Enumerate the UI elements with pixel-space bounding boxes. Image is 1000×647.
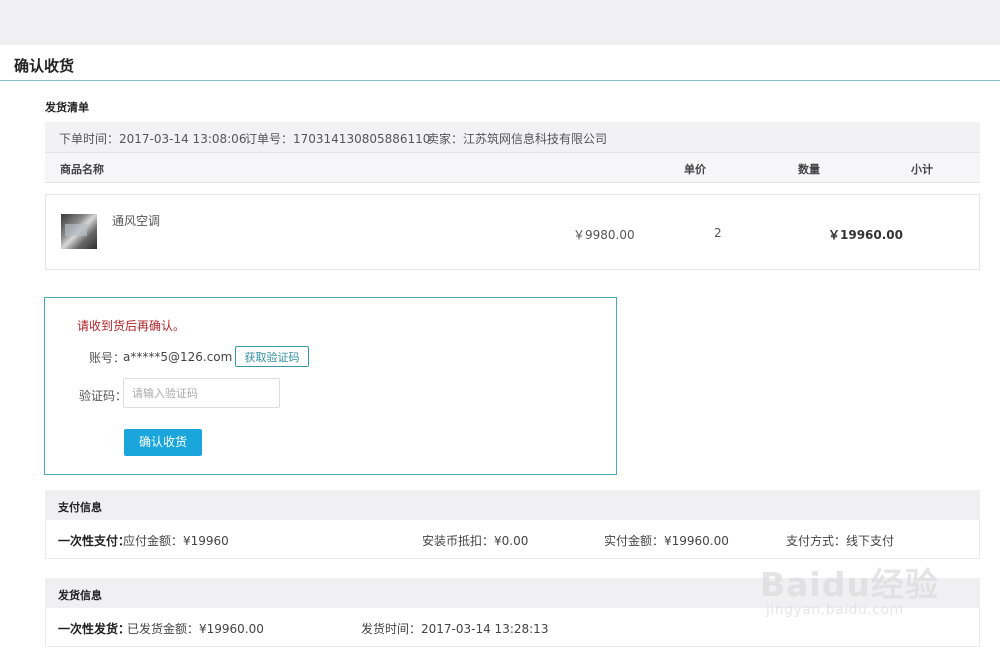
column-header-quantity: 数量 (798, 163, 820, 176)
column-header-subtotal: 小计 (911, 163, 933, 176)
product-subtotal: ￥19960.00 (828, 228, 904, 242)
product-price: ￥9980.00 (573, 228, 635, 242)
payable-amount: 应付金额：¥19960 (123, 534, 229, 548)
watermark-url: jingyan.baidu.com (766, 602, 904, 618)
payment-info-row: 一次性支付： 应付金额：¥19960 安装币抵扣：¥0.00 实付金额：¥199… (45, 520, 980, 559)
get-verification-code-button[interactable]: 获取验证码 (235, 346, 309, 367)
confirm-receipt-panel: 请收到货后再确认。 账号： a*****5@126.com 获取验证码 验证码：… (44, 297, 617, 475)
product-row: 通风空调 ￥9980.00 2 ￥19960.00 (45, 194, 980, 270)
payment-info-title: 支付信息 (58, 501, 102, 514)
product-quantity: 2 (714, 226, 722, 240)
column-header-unit-price: 单价 (684, 163, 706, 176)
delivery-info-title: 发货信息 (58, 589, 102, 602)
shipped-amount: 已发货金额：¥19960.00 (127, 622, 264, 636)
delivery-type: 一次性发货： (58, 622, 131, 636)
coin-deduction: 安装币抵扣：¥0.00 (422, 534, 529, 548)
product-thumbnail[interactable] (61, 214, 97, 249)
baidu-jingyan-watermark: Baidu经验 jingyan.baidu.com (760, 558, 990, 628)
page-header: 确认收货 (0, 45, 1000, 81)
account-label: 账号： (89, 351, 126, 365)
top-bar (0, 0, 1000, 45)
verification-code-label: 验证码： (79, 389, 128, 403)
order-number: 订单号：170314130805886110 (245, 132, 431, 146)
watermark-logo: Baidu经验 (760, 565, 939, 604)
confirm-receipt-button[interactable]: 确认收货 (124, 429, 202, 456)
column-header-name: 商品名称 (60, 163, 104, 176)
shipping-list-title: 发货清单 (45, 101, 89, 114)
product-table-header: 商品名称 单价 数量 小计 (45, 153, 980, 183)
verification-code-input[interactable] (123, 378, 280, 408)
page-title: 确认收货 (14, 57, 75, 75)
payment-type: 一次性支付： (58, 534, 131, 548)
product-name[interactable]: 通风空调 (112, 212, 160, 229)
payment-info-header: 支付信息 (45, 490, 980, 520)
paid-amount: 实付金额：¥19960.00 (604, 534, 729, 548)
ship-time: 发货时间：2017-03-14 13:28:13 (361, 622, 549, 636)
confirm-notice: 请收到货后再确认。 (77, 319, 186, 333)
seller-name: 卖家：江苏筑网信息科技有限公司 (427, 132, 608, 146)
payment-method: 支付方式：线下支付 (786, 534, 895, 548)
order-time: 下单时间：2017-03-14 13:08:06 (59, 132, 247, 146)
account-value: a*****5@126.com (123, 350, 233, 364)
order-meta-bar: 下单时间：2017-03-14 13:08:06 订单号：17031413080… (45, 122, 980, 153)
